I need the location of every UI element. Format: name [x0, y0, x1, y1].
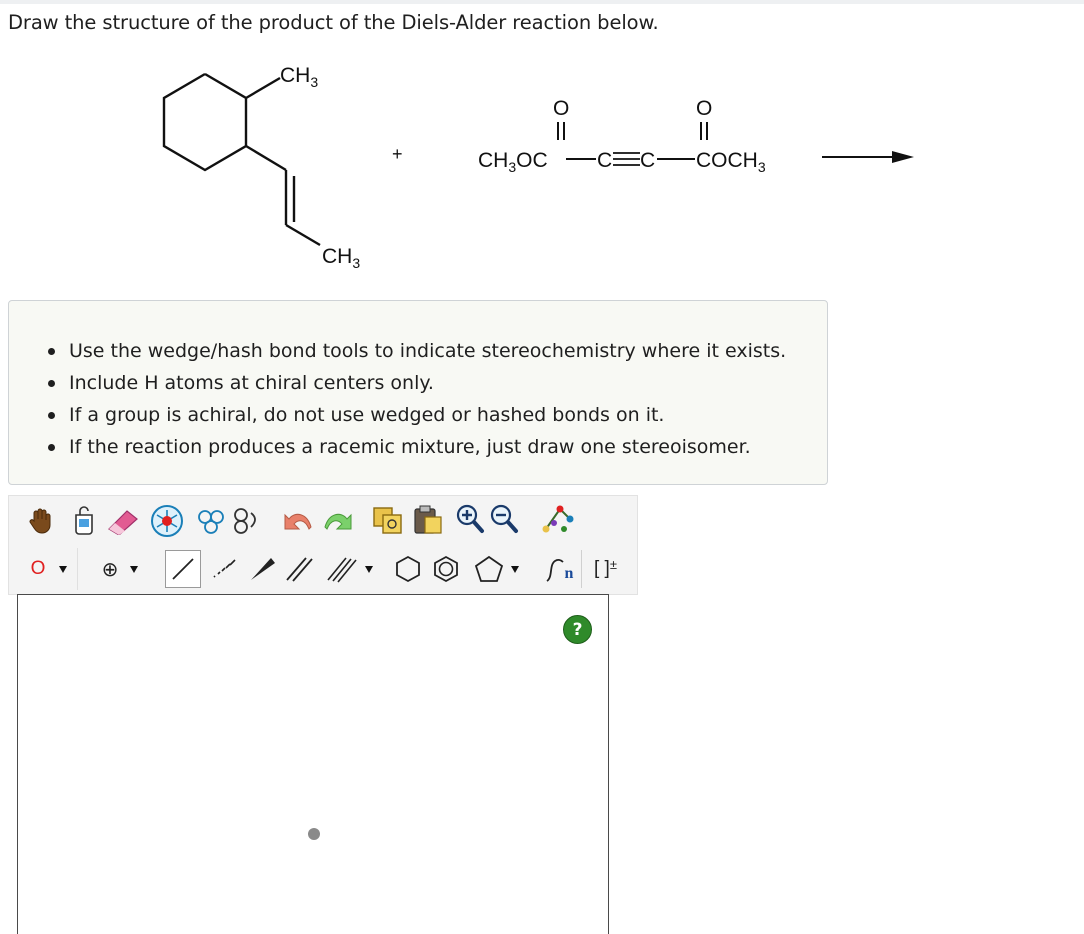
- single-bond-tool[interactable]: [165, 550, 201, 588]
- hand-icon[interactable]: [25, 506, 55, 536]
- chevron-down-icon: [59, 565, 68, 573]
- bracket-tool[interactable]: [ ] ±: [581, 550, 629, 588]
- triple-bond-tool[interactable]: [319, 552, 379, 586]
- cyclopentane-tool[interactable]: [465, 552, 527, 586]
- zoom-in-icon[interactable]: [455, 502, 485, 536]
- instruction-item: If a group is achiral, do not use wedged…: [47, 399, 786, 431]
- diene-bottom-ch3: CH3: [322, 245, 360, 271]
- clear-canvas-icon[interactable]: [69, 504, 99, 536]
- wedge-bond-tool[interactable]: [245, 552, 279, 586]
- eraser-icon[interactable]: [105, 506, 141, 536]
- bracket-label: [ ]: [594, 558, 610, 579]
- chevron-down-icon: [130, 565, 139, 573]
- atom-palette-icon[interactable]: [539, 502, 577, 536]
- paste-icon[interactable]: [411, 502, 445, 536]
- toolbar-divider: [77, 548, 78, 590]
- sgroup-tool[interactable]: n: [537, 552, 579, 586]
- ring-template-icon[interactable]: [150, 504, 184, 538]
- svg-text:C: C: [597, 149, 612, 172]
- svg-text:COCH3: COCH3: [696, 149, 766, 175]
- question-text: Draw the structure of the product of the…: [8, 11, 659, 34]
- diene-structure: [162, 72, 321, 247]
- instruction-item: If the reaction produces a racemic mixtu…: [47, 431, 786, 463]
- instruction-item: Use the wedge/hash bond tools to indicat…: [47, 335, 786, 367]
- instructions-panel: Use the wedge/hash bond tools to indicat…: [8, 300, 828, 485]
- redo-icon[interactable]: [321, 504, 353, 536]
- cleanup-icon[interactable]: [195, 506, 263, 536]
- chevron-down-icon: [365, 565, 373, 573]
- double-bond-tool[interactable]: [281, 552, 317, 586]
- reaction-arrow: [822, 151, 914, 163]
- svg-text:O: O: [553, 97, 569, 120]
- top-border: [0, 0, 1084, 4]
- svg-text:O: O: [696, 97, 712, 120]
- charge-icon: ⊕: [101, 557, 119, 581]
- help-button[interactable]: ?: [563, 615, 592, 644]
- bracket-charge-label: ±: [609, 556, 617, 572]
- sgroup-label: n: [564, 565, 574, 582]
- atom-selector[interactable]: O: [23, 552, 75, 586]
- drawing-toolbar: O ⊕ n [ ] ±: [8, 495, 638, 595]
- instruction-item: Include H atoms at chiral centers only.: [47, 367, 786, 399]
- chevron-down-icon: [511, 565, 519, 573]
- atom-selector-label: O: [30, 558, 46, 579]
- zoom-out-icon[interactable]: [489, 502, 519, 536]
- canvas-cursor-dot: [308, 828, 320, 840]
- plus-sign: +: [392, 144, 403, 164]
- dienophile-structure: O O CH3OC C C COCH3: [478, 97, 766, 175]
- charge-selector[interactable]: ⊕: [89, 552, 151, 586]
- instructions-list: Use the wedge/hash bond tools to indicat…: [47, 335, 786, 463]
- reaction-scheme: CH3 CH3 + O O CH3OC C C COCH3: [162, 64, 914, 271]
- diene-top-ch3: CH3: [280, 64, 318, 90]
- undo-icon[interactable]: [283, 504, 315, 536]
- benzene-tool[interactable]: [429, 552, 463, 586]
- svg-text:C: C: [640, 149, 655, 172]
- drawing-canvas[interactable]: [17, 594, 609, 934]
- cyclohexane-tool[interactable]: [391, 552, 425, 586]
- copy-icon[interactable]: [371, 504, 405, 536]
- svg-text:CH3OC: CH3OC: [478, 149, 548, 175]
- hash-bond-tool[interactable]: [205, 552, 241, 586]
